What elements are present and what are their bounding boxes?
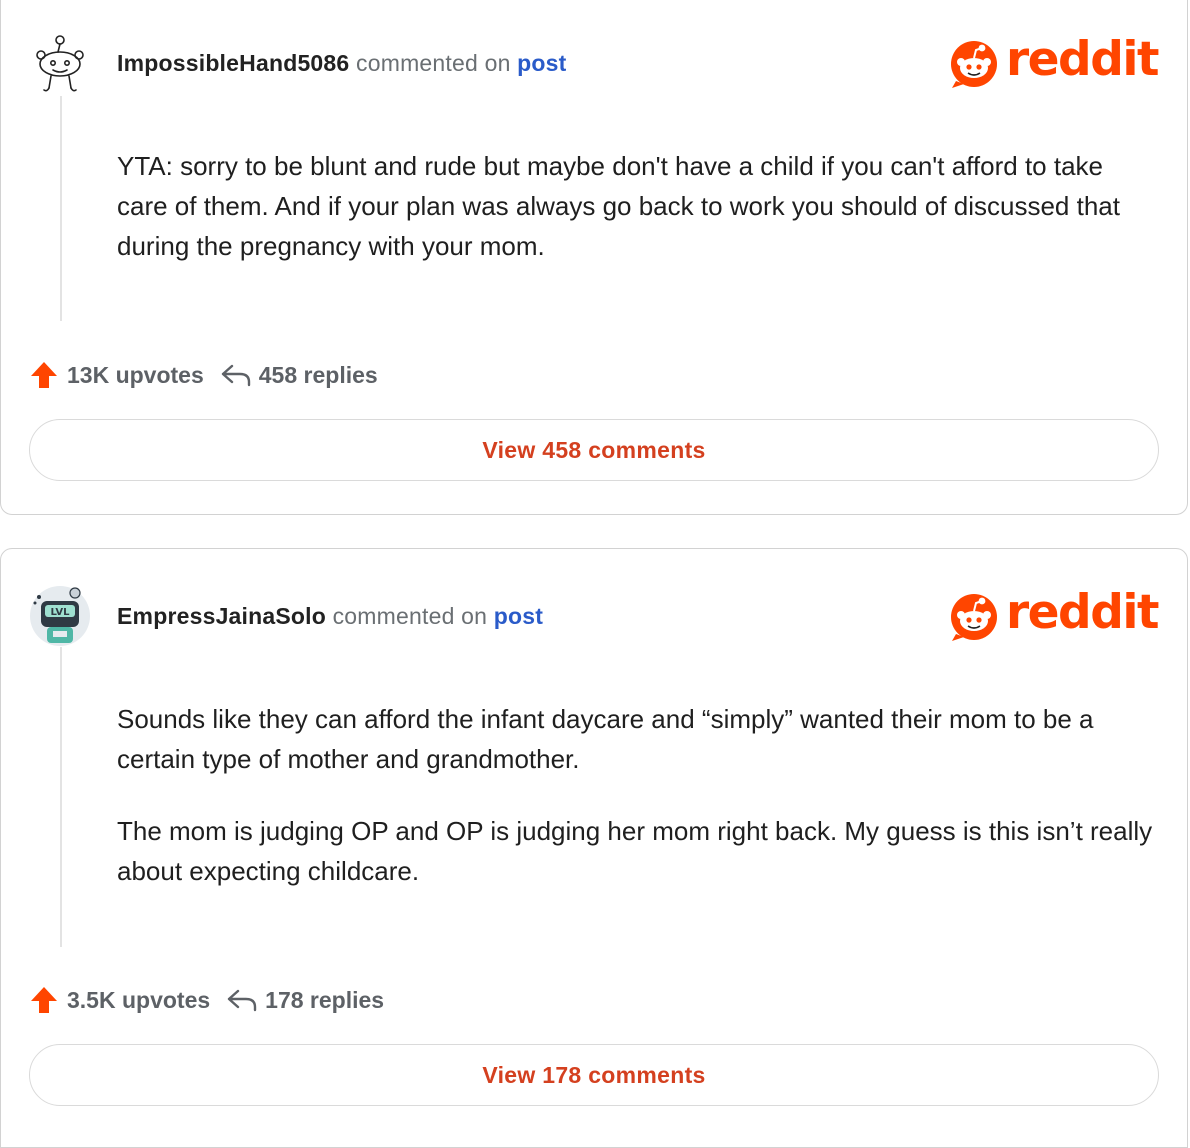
comment-stats: 13K upvotes 458 replies <box>29 360 378 390</box>
reply-arrow-icon[interactable] <box>226 987 258 1013</box>
view-comments-button[interactable]: View 178 comments <box>29 1044 1159 1106</box>
snoo-robot-avatar-icon[interactable]: LVL <box>27 581 93 647</box>
reddit-logo-icon <box>951 41 997 88</box>
comment-body: Sounds like they can afford the infant d… <box>117 699 1157 923</box>
reddit-logo-text: reddit <box>1006 585 1159 640</box>
comment-header: EmpressJainaSolo commented on post <box>117 603 543 630</box>
reddit-logo-text: reddit <box>1006 32 1159 87</box>
comment-paragraph: The mom is judging OP and OP is judging … <box>117 816 1153 886</box>
snoo-outline-avatar-icon[interactable] <box>27 28 93 94</box>
comment-paragraph: Sounds like they can afford the infant d… <box>117 704 1094 774</box>
view-comments-button[interactable]: View 458 comments <box>29 419 1159 481</box>
upvote-count: 3.5K upvotes <box>67 986 211 1013</box>
comment-paragraph: YTA: sorry to be blunt and rude but mayb… <box>117 151 1120 261</box>
comment-stats: 3.5K upvotes 178 replies <box>29 985 384 1015</box>
reddit-logo[interactable]: reddit <box>950 32 1162 90</box>
comment-card: LVL EmpressJainaSolo commented on post r… <box>0 548 1188 1148</box>
thread-line <box>60 647 62 947</box>
username[interactable]: ImpossibleHand5086 <box>117 50 349 76</box>
post-link[interactable]: post <box>517 50 566 76</box>
post-link[interactable]: post <box>494 603 543 629</box>
reply-count: 458 replies <box>258 361 378 388</box>
commented-on-label: commented on <box>356 50 511 76</box>
username[interactable]: EmpressJainaSolo <box>117 603 326 629</box>
upvote-arrow-icon[interactable] <box>29 985 59 1015</box>
comment-card: ImpossibleHand5086 commented on post red… <box>0 0 1188 515</box>
upvote-arrow-icon[interactable] <box>29 360 59 390</box>
comment-body: YTA: sorry to be blunt and rude but mayb… <box>117 146 1157 298</box>
reply-count: 178 replies <box>265 986 385 1013</box>
upvote-count: 13K upvotes <box>67 361 204 388</box>
thread-line <box>60 96 62 321</box>
commented-on-label: commented on <box>332 603 488 629</box>
comment-header: ImpossibleHand5086 commented on post <box>117 50 567 77</box>
reddit-logo[interactable]: reddit <box>950 585 1162 643</box>
svg-text:LVL: LVL <box>50 607 70 618</box>
reply-arrow-icon[interactable] <box>220 362 252 388</box>
reddit-logo-icon <box>951 594 997 641</box>
